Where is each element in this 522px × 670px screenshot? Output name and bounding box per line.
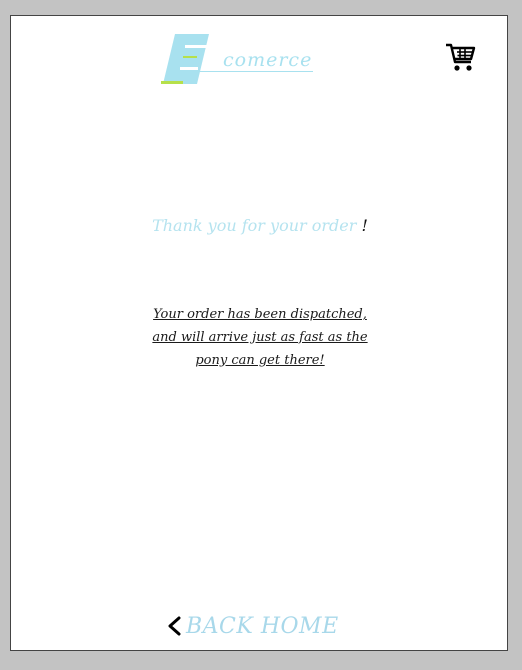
shopping-cart-icon: [446, 43, 476, 71]
message-line: pony can get there!: [195, 353, 325, 368]
cart-button[interactable]: [445, 42, 477, 74]
dispatch-message: Your order has been dispatched, and will…: [135, 303, 385, 372]
back-home-label: BACK HOME: [186, 613, 339, 639]
logo-text: comerce: [223, 49, 313, 71]
thanks-exclamation: !: [361, 216, 368, 235]
back-home-button[interactable]: BACK HOME: [166, 610, 339, 642]
message-line: and will arrive just as fast as the: [152, 330, 368, 345]
chevron-left-icon: [168, 616, 181, 636]
site-logo[interactable]: comerce: [161, 33, 321, 85]
message-line: Your order has been dispatched,: [153, 307, 367, 322]
logo-e-icon: [161, 34, 209, 84]
page-title: Thank you for your order !: [11, 216, 509, 235]
thanks-text: Thank you for your order: [152, 216, 362, 235]
logo-underline: [189, 71, 313, 72]
page-frame: comerce Thank you for your order ! Your …: [10, 15, 508, 651]
